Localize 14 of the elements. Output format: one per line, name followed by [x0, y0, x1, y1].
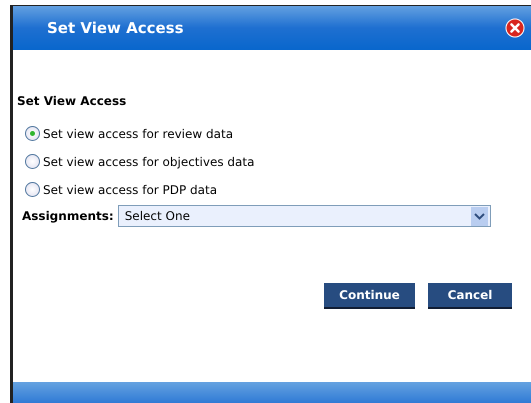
dialog-button[interactable]: Cancel: [428, 283, 512, 309]
close-icon[interactable]: [505, 18, 525, 38]
radio-button[interactable]: [25, 182, 40, 197]
caret-icon[interactable]: [470, 206, 488, 226]
radio-button[interactable]: [25, 126, 40, 141]
window-title: Set View Access: [47, 19, 184, 37]
option-label[interactable]: Set view access for PDP data: [43, 182, 218, 196]
section-heading: Set View Access: [17, 94, 128, 108]
radio-button[interactable]: [25, 154, 40, 169]
dialog-button[interactable]: Continue: [324, 283, 415, 309]
option-label[interactable]: Set view access for objectives data: [43, 154, 254, 168]
assignments-label: Assignments:: [22, 209, 114, 223]
option-label[interactable]: Set view access for review data: [43, 126, 234, 140]
assignments-dropdown[interactable]: Select One: [118, 205, 491, 227]
